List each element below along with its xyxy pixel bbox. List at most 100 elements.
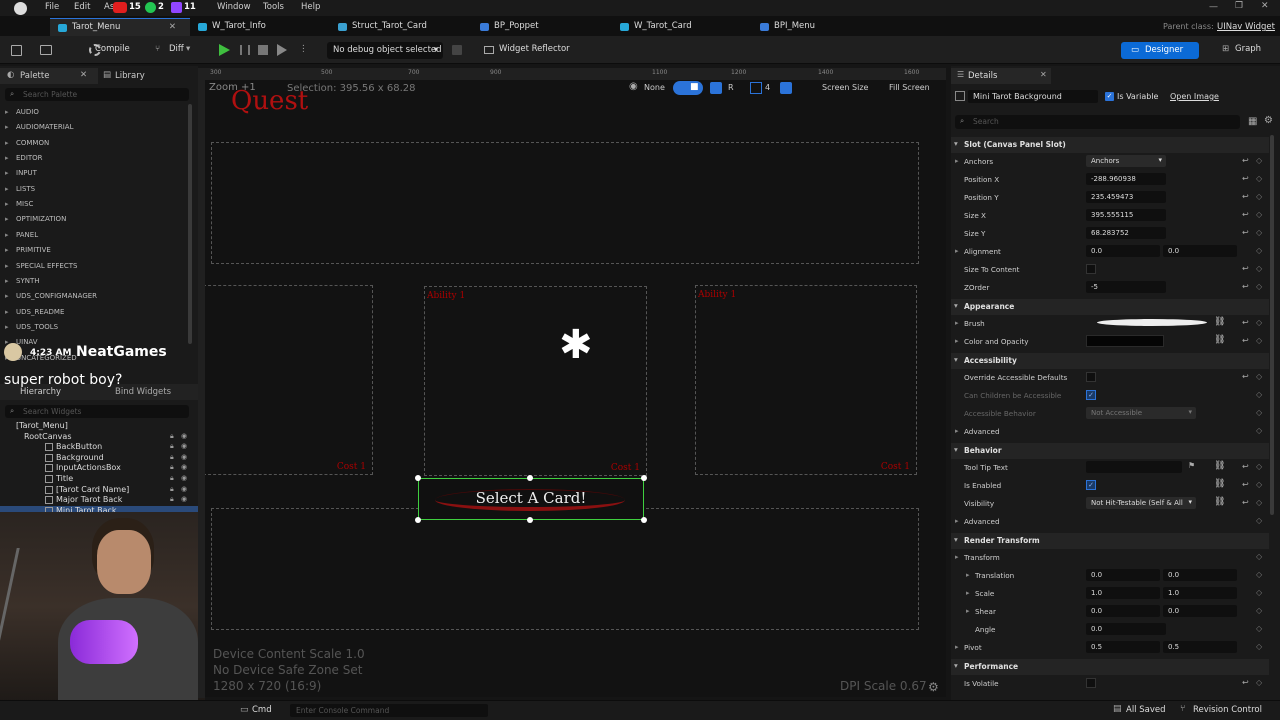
reset-to-default-icon[interactable]: ↩ — [1242, 174, 1249, 183]
tab-w-tarot-info[interactable]: W_Tarot_Info — [190, 18, 330, 36]
lock-icon[interactable]: 🔒︎ — [170, 495, 174, 504]
palette-category[interactable]: OPTIMIZATION — [16, 215, 66, 223]
hierarchy-tab[interactable]: Hierarchy — [20, 387, 61, 397]
cmd-dropdown[interactable]: Cmd — [252, 705, 272, 715]
details-section-header[interactable]: ▾ Accessibility — [951, 353, 1269, 369]
reset-to-default-icon[interactable]: ↩ — [1242, 228, 1249, 237]
palette-category[interactable]: EDITOR — [16, 154, 43, 162]
localization-preview[interactable]: None — [644, 83, 665, 92]
keyframe-diamond-icon[interactable]: ◇ — [1256, 498, 1262, 507]
keyframe-diamond-icon[interactable]: ◇ — [1256, 336, 1262, 345]
keyframe-diamond-icon[interactable]: ◇ — [1256, 174, 1262, 183]
details-section-header[interactable]: ▾ Performance — [951, 659, 1269, 675]
expand-arrow-icon[interactable]: ▸ — [5, 185, 9, 193]
expand-arrow-icon[interactable]: ▸ — [955, 427, 959, 435]
settings-gear-icon[interactable]: ⚙ — [1264, 115, 1273, 126]
bind-link-icon[interactable]: ⛓ — [1214, 317, 1225, 327]
eye-icon[interactable]: ◉ — [181, 485, 187, 493]
respect-locks-toggle[interactable]: R — [728, 83, 734, 92]
eye-icon[interactable]: ◉ — [181, 442, 187, 450]
expand-arrow-icon[interactable]: ▸ — [966, 571, 970, 579]
close-tab-icon[interactable]: ✕ — [1040, 70, 1047, 79]
reset-to-default-icon[interactable]: ↩ — [1242, 462, 1249, 471]
property-dropdown[interactable]: Not Hit-Testable (Self & All ▾ — [1086, 497, 1196, 509]
reset-to-default-icon[interactable]: ↩ — [1242, 282, 1249, 291]
property-value-input[interactable]: 0.0 — [1086, 569, 1160, 581]
property-value-input[interactable]: 68.283752 — [1086, 227, 1166, 239]
keyframe-diamond-icon[interactable]: ◇ — [1256, 480, 1262, 489]
parent-class-link[interactable]: UINav Widget — [1217, 22, 1275, 32]
diff-button[interactable]: Diff — [169, 44, 184, 54]
lock-icon[interactable]: 🔒︎ — [170, 485, 174, 494]
menu-file[interactable]: File — [45, 2, 59, 12]
reset-to-default-icon[interactable]: ↩ — [1242, 318, 1249, 327]
expand-arrow-icon[interactable]: ▸ — [966, 589, 970, 597]
card-slot-left[interactable]: Cost 1 — [205, 285, 373, 475]
keyframe-diamond-icon[interactable]: ◇ — [1256, 642, 1262, 651]
menu-edit[interactable]: Edit — [74, 2, 90, 12]
expand-arrow-icon[interactable]: ▸ — [955, 553, 959, 561]
details-section-header[interactable]: ▾ Slot (Canvas Panel Slot) — [951, 137, 1269, 153]
debug-object-select[interactable]: No debug object selected ▾ — [327, 42, 443, 59]
property-value-input[interactable]: -5 — [1086, 281, 1166, 293]
stop-icon[interactable] — [258, 45, 268, 55]
palette-category[interactable]: MISC — [16, 200, 33, 208]
property-value-input[interactable]: 0.0 — [1163, 245, 1237, 257]
expand-arrow-icon[interactable]: ▸ — [5, 108, 9, 116]
property-checkbox[interactable] — [1086, 372, 1096, 382]
play-icon[interactable] — [219, 44, 230, 56]
keyframe-diamond-icon[interactable]: ◇ — [1256, 210, 1262, 219]
details-scrollbar[interactable] — [1270, 135, 1274, 515]
expand-arrow-icon[interactable]: ▸ — [5, 139, 9, 147]
card-slot-center[interactable]: Ability 1 ✱ Cost 1 — [424, 286, 647, 476]
lock-icon[interactable]: 🔒︎ — [170, 463, 174, 472]
eye-icon[interactable]: ◉ — [181, 453, 187, 461]
hierarchy-item[interactable]: BackButton — [56, 442, 102, 451]
menu-help[interactable]: Help — [301, 2, 320, 12]
color-swatch[interactable] — [1086, 335, 1164, 347]
maximize-icon[interactable]: ❐ — [1235, 1, 1243, 11]
reset-to-default-icon[interactable]: ↩ — [1242, 498, 1249, 507]
keyframe-diamond-icon[interactable]: ◇ — [1256, 372, 1262, 381]
property-dropdown[interactable]: Anchors ▾ — [1086, 155, 1166, 167]
keyframe-diamond-icon[interactable]: ◇ — [1256, 318, 1262, 327]
dpi-settings-gear-icon[interactable]: ⚙ — [928, 680, 939, 694]
property-value-input[interactable]: 0.5 — [1086, 641, 1160, 653]
eye-icon[interactable]: ◉ — [181, 495, 187, 503]
palette-category[interactable]: PRIMITIVE — [16, 246, 51, 254]
flag-icon[interactable]: ⚑ — [1188, 461, 1195, 470]
lock-icon[interactable]: 🔒︎ — [170, 474, 174, 483]
widget-reflector-button[interactable]: Widget Reflector — [499, 44, 570, 54]
expand-arrow-icon[interactable]: ▸ — [955, 247, 959, 255]
console-input[interactable]: Enter Console Command — [290, 704, 488, 717]
keyframe-diamond-icon[interactable]: ◇ — [1256, 678, 1262, 687]
keyframe-diamond-icon[interactable]: ◇ — [1256, 588, 1262, 597]
keyframe-diamond-icon[interactable]: ◇ — [1256, 462, 1262, 471]
menu-tools[interactable]: Tools — [263, 2, 284, 12]
expand-arrow-icon[interactable]: ▸ — [5, 169, 9, 177]
expand-arrow-icon[interactable]: ▸ — [5, 123, 9, 131]
expand-arrow-icon[interactable]: ▸ — [955, 157, 959, 165]
brush-preview[interactable] — [1097, 319, 1207, 326]
palette-category[interactable]: COMMON — [16, 139, 49, 147]
reset-to-default-icon[interactable]: ↩ — [1242, 264, 1249, 273]
tab-bpi-menu[interactable]: BPI_Menu — [752, 18, 892, 36]
hierarchy-item[interactable]: Major Tarot Back — [56, 495, 122, 504]
keyframe-diamond-icon[interactable]: ◇ — [1256, 228, 1262, 237]
eye-icon[interactable]: ◉ — [181, 463, 187, 471]
property-value-input[interactable]: 0.0 — [1163, 605, 1237, 617]
palette-category[interactable]: SPECIAL EFFECTS — [16, 262, 77, 270]
mini-tarot-background-selected[interactable]: Select A Card! — [415, 475, 647, 523]
reset-to-default-icon[interactable]: ↩ — [1242, 336, 1249, 345]
keyframe-diamond-icon[interactable]: ◇ — [1256, 606, 1262, 615]
details-section-header[interactable]: ▾ Appearance — [951, 299, 1269, 315]
palette-category[interactable]: UDS_TOOLS — [16, 323, 58, 331]
eye-icon[interactable]: ◉ — [181, 432, 187, 440]
is-variable-checkbox[interactable]: ✓ — [1105, 92, 1114, 101]
expand-arrow-icon[interactable]: ▸ — [5, 246, 9, 254]
keyframe-diamond-icon[interactable]: ◇ — [1256, 246, 1262, 255]
hierarchy-item[interactable]: InputActionsBox — [56, 463, 121, 472]
reset-to-default-icon[interactable]: ↩ — [1242, 210, 1249, 219]
hierarchy-search-input[interactable]: ⌕ Search Widgets — [5, 405, 189, 418]
property-checkbox[interactable]: ✓ — [1086, 390, 1096, 400]
